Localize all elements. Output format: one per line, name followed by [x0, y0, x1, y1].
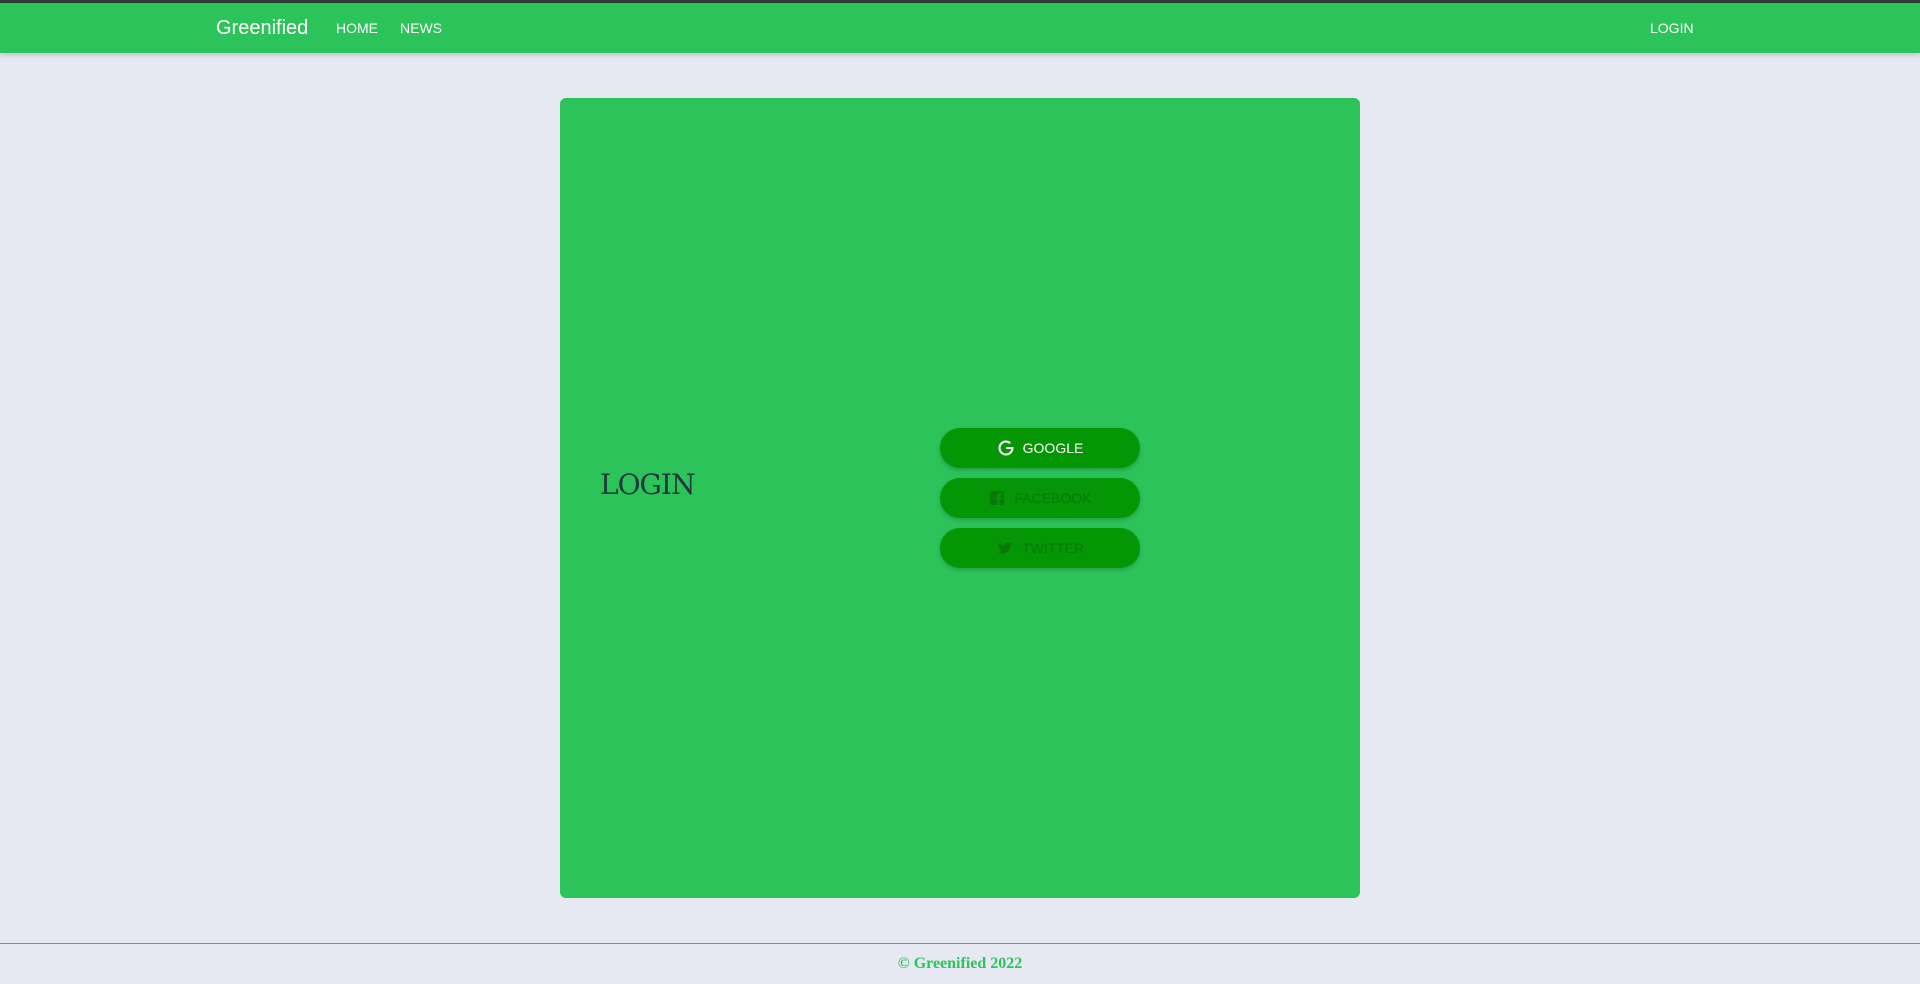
nav-home-link[interactable]: HOME: [336, 3, 378, 53]
nav-news-link[interactable]: NEWS: [400, 3, 442, 53]
navbar: Greenified HOME NEWS LOGIN: [0, 3, 1920, 53]
twitter-icon: [996, 539, 1014, 557]
brand-link[interactable]: Greenified: [216, 3, 308, 53]
google-login-button[interactable]: GOOGLE: [940, 428, 1140, 468]
nav-login-link[interactable]: LOGIN: [1650, 3, 1694, 53]
footer: © Greenified 2022: [0, 943, 1920, 984]
facebook-icon: [988, 489, 1006, 507]
google-button-label: GOOGLE: [1022, 440, 1084, 456]
google-icon: [997, 439, 1015, 457]
facebook-button-label: FACEBOOK: [1014, 490, 1092, 506]
login-card: LOGIN GOOGLE FACEBOOK TWITTER: [560, 98, 1360, 898]
twitter-button-label: TWITTER: [1021, 540, 1085, 556]
twitter-login-button[interactable]: TWITTER: [940, 528, 1140, 568]
footer-copyright: © Greenified 2022: [897, 955, 1023, 972]
login-title: LOGIN: [600, 468, 695, 501]
facebook-login-button[interactable]: FACEBOOK: [940, 478, 1140, 518]
